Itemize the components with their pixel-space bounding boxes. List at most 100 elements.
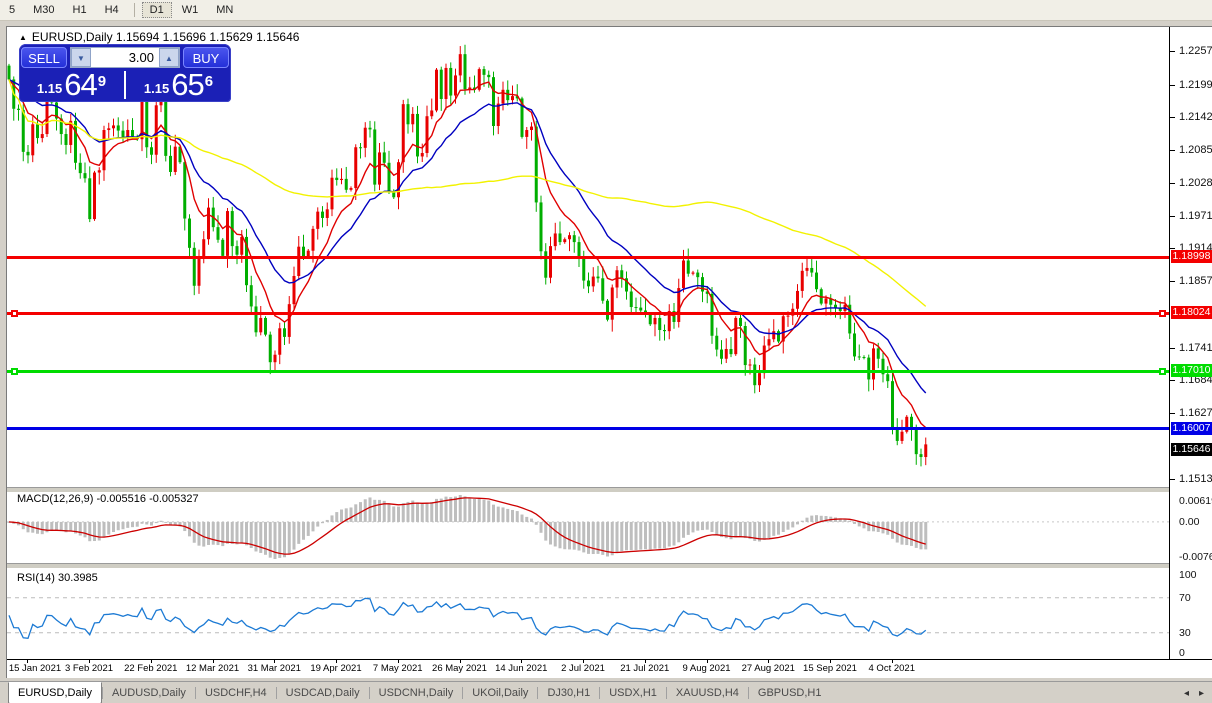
price-badge-1.16007: 1.16007 — [1171, 421, 1212, 435]
volume-increase-icon[interactable]: ▲ — [159, 47, 179, 67]
volume-input[interactable]: 3.00 — [91, 48, 159, 67]
sell-price[interactable]: 1.15 64 9 — [19, 69, 124, 101]
collapse-arrow-icon[interactable]: ▲ — [19, 33, 27, 42]
timeframe-w1-button[interactable]: W1 — [174, 2, 207, 18]
price-axis-label: 1.20850 — [1179, 144, 1212, 157]
time-axis[interactable]: 15 Jan 2021 3 Feb 2021 22 Feb 2021 12 Mar 2… — [7, 660, 1212, 678]
price-axis-tick — [1170, 281, 1175, 283]
price-axis-label: 1.21420 — [1179, 111, 1212, 124]
rsi-axis-30: 30 — [1179, 626, 1191, 639]
tab-scroll-left-icon[interactable]: ◂ — [1184, 688, 1189, 699]
tab-scroll-controls: ◂ ▸ — [1184, 682, 1212, 703]
chart-tab-eurusd[interactable]: EURUSD,Daily — [8, 682, 102, 703]
buy-price[interactable]: 1.15 65 6 — [126, 69, 231, 101]
time-axis-label: 31 Mar 2021 — [247, 663, 301, 674]
price-axis-label: 1.15135 — [1179, 472, 1212, 485]
one-click-trading-widget: SELL ▼ 3.00 ▲ BUY 1.15 64 9 1.15 65 6 — [19, 44, 231, 102]
timeframe-m30-button[interactable]: M30 — [25, 2, 62, 18]
price-badge-1.18998: 1.18998 — [1171, 250, 1212, 264]
price-axis-label: 1.19710 — [1179, 209, 1212, 222]
macd-axis-min: -0.007621 — [1179, 551, 1212, 563]
tab-scroll-right-icon[interactable]: ▸ — [1199, 688, 1204, 699]
chart-title-text: EURUSD,Daily 1.15694 1.15696 1.15629 1.1… — [31, 30, 300, 44]
time-axis-label: 21 Jul 2021 — [620, 663, 670, 674]
hline-1.18024[interactable] — [7, 311, 1169, 315]
price-axis-label: 1.16275 — [1179, 407, 1212, 420]
timeframe-m5-button[interactable]: 5 — [1, 2, 23, 18]
volume-spinner: ▼ 3.00 ▲ — [70, 46, 180, 68]
price-badge-1.17010: 1.17010 — [1171, 364, 1212, 378]
price-axis-tick — [1170, 117, 1175, 119]
hline-1.16007[interactable] — [7, 427, 1169, 431]
price-axis-tick — [1170, 51, 1175, 52]
chart-title: ▲ EURUSD,Daily 1.15694 1.15696 1.15629 1.… — [19, 30, 299, 44]
time-axis-label: 12 Mar 2021 — [185, 663, 240, 674]
price-axis-tick — [1170, 215, 1175, 217]
chart-tab-ukoil[interactable]: UKOil,Daily — [463, 682, 537, 703]
chart-tab-usdx[interactable]: USDX,H1 — [600, 682, 666, 703]
price-axis-tick — [1170, 84, 1175, 86]
chart-tab-dj30[interactable]: DJ30,H1 — [538, 682, 599, 703]
hline-1.1701[interactable] — [7, 369, 1169, 373]
hline-handle[interactable] — [1159, 309, 1166, 317]
price-axis[interactable]: 1.22575 1.21990 1.21420 1.20850 1.20280 1.197… — [1170, 27, 1212, 659]
price-axis-label: 1.18570 — [1179, 275, 1212, 288]
time-axis-label: 9 Aug 2021 — [682, 663, 731, 674]
panel-separator[interactable] — [7, 563, 1212, 569]
hline-1.18998[interactable] — [7, 255, 1169, 259]
time-axis-label: 14 Jun 2021 — [495, 663, 548, 674]
timeframe-mn-button[interactable]: MN — [208, 2, 241, 18]
sell-price-point: 9 — [97, 73, 107, 90]
time-axis-label: 7 May 2021 — [372, 663, 423, 674]
timeframe-d1-button[interactable]: D1 — [141, 2, 172, 18]
time-axis-label: 4 Oct 2021 — [868, 663, 915, 674]
time-axis-label: 22 Feb 2021 — [124, 663, 178, 674]
chart-tab-xauusd[interactable]: XAUUSD,H4 — [667, 682, 748, 703]
price-axis-label: 1.17415 — [1179, 341, 1212, 354]
price-badge-1.15646: 1.15646 — [1171, 442, 1212, 456]
buy-price-figure: 1.15 — [143, 81, 170, 96]
volume-decrease-icon[interactable]: ▼ — [71, 47, 91, 67]
chart-tab-audusd[interactable]: AUDUSD,Daily — [103, 682, 195, 703]
buy-price-point: 6 — [204, 73, 214, 90]
rsi-axis-100: 100 — [1179, 569, 1197, 581]
price-axis-tick — [1170, 182, 1175, 184]
buy-button[interactable]: BUY — [183, 46, 229, 68]
macd-axis-max: 0.006193 — [1179, 495, 1212, 507]
timeframe-h4-button[interactable]: H4 — [97, 2, 127, 18]
chart-tab-usdcad[interactable]: USDCAD,Daily — [277, 682, 369, 703]
macd-axis-zero: 0.00 — [1179, 515, 1200, 528]
time-axis-label: 2 Jul 2021 — [561, 663, 605, 674]
time-axis-label: 26 May 2021 — [432, 663, 487, 674]
price-axis-label: 1.20280 — [1179, 176, 1212, 189]
price-axis-tick — [1170, 413, 1175, 415]
chart-tab-usdchf[interactable]: USDCHF,H4 — [196, 682, 276, 703]
buy-price-pips: 65 — [171, 67, 204, 102]
toolbar-separator — [133, 3, 135, 17]
hline-handle[interactable] — [1159, 367, 1166, 375]
time-axis-label: 3 Feb 2021 — [64, 663, 114, 674]
rsi-indicator-label: RSI(14) 30.3985 — [17, 572, 98, 584]
time-axis-label: 19 Apr 2021 — [310, 663, 362, 674]
rsi-plot[interactable] — [7, 567, 1169, 659]
price-badge-1.18024: 1.18024 — [1171, 306, 1212, 320]
price-axis-label: 1.21990 — [1179, 78, 1212, 91]
macd-indicator-label: MACD(12,26,9) -0.005516 -0.005327 — [17, 493, 199, 505]
price-axis-tick — [1170, 347, 1175, 349]
time-axis-label: 15 Jan 2021 — [8, 663, 62, 674]
timeframe-h1-button[interactable]: H1 — [65, 2, 95, 18]
hline-handle[interactable] — [11, 309, 18, 317]
price-axis-tick — [1170, 380, 1175, 382]
chart-tab-bar: EURUSD,Daily AUDUSD,Daily USDCHF,H4 USDCAD,… — [0, 681, 1212, 703]
timeframe-toolbar: 5 M30 H1 H4 D1 W1 MN — [0, 0, 1212, 21]
price-axis-tick — [1170, 150, 1175, 152]
chart-tab-gbpusd[interactable]: GBPUSD,H1 — [749, 682, 831, 703]
rsi-axis-0: 0 — [1179, 647, 1185, 659]
sell-price-pips: 64 — [64, 67, 97, 102]
rsi-axis-70: 70 — [1179, 591, 1191, 604]
hline-handle[interactable] — [11, 367, 18, 375]
sell-button[interactable]: SELL — [21, 46, 67, 68]
time-axis-label: 15 Sep 2021 — [803, 663, 857, 674]
chart-window: ▲ EURUSD,Daily 1.15694 1.15696 1.15629 1.… — [6, 26, 1212, 678]
chart-tab-usdcnh[interactable]: USDCNH,Daily — [370, 682, 463, 703]
